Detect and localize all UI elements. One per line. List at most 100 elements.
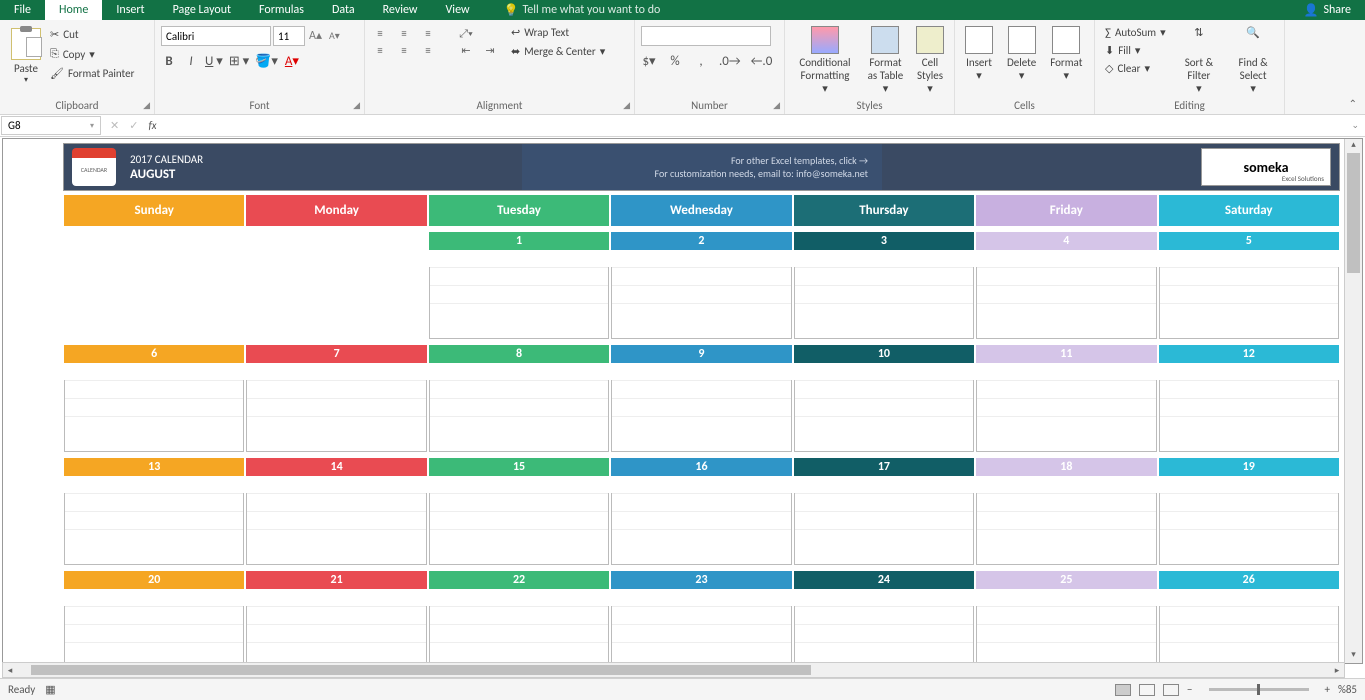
calendar-cell[interactable]: 11 xyxy=(976,345,1156,452)
day-body[interactable] xyxy=(976,267,1156,339)
macro-icon[interactable]: ▦ xyxy=(45,683,55,696)
share-button[interactable]: 👤Share xyxy=(1289,0,1365,20)
font-name-select[interactable] xyxy=(161,26,271,46)
calendar-cell[interactable]: 9 xyxy=(611,345,791,452)
align-middle-icon[interactable]: ≡ xyxy=(395,27,413,41)
calendar-cell[interactable]: 8 xyxy=(429,345,609,452)
zoom-in-icon[interactable]: + xyxy=(1325,683,1330,696)
tell-me[interactable]: 💡Tell me what you want to do xyxy=(494,0,671,20)
scroll-down-icon[interactable]: ▾ xyxy=(1345,649,1362,663)
tab-formulas[interactable]: Formulas xyxy=(245,0,318,20)
scroll-thumb-h[interactable] xyxy=(31,665,811,675)
expand-formula-bar-icon[interactable]: ⌄ xyxy=(1345,120,1365,131)
zoom-level[interactable]: %85 xyxy=(1338,683,1357,696)
day-body[interactable] xyxy=(794,493,974,565)
day-body[interactable] xyxy=(246,606,426,663)
day-body[interactable] xyxy=(246,236,426,308)
day-body[interactable] xyxy=(794,380,974,452)
enter-icon[interactable]: ✓ xyxy=(129,119,138,132)
day-body[interactable] xyxy=(976,606,1156,663)
day-body[interactable] xyxy=(1159,606,1339,663)
calendar-cell[interactable]: 5 xyxy=(1159,232,1339,339)
align-top-icon[interactable]: ≡ xyxy=(371,27,389,41)
calendar-cell[interactable] xyxy=(64,232,244,339)
day-body[interactable] xyxy=(611,606,791,663)
fx-icon[interactable]: fx xyxy=(148,119,156,132)
zoom-out-icon[interactable]: − xyxy=(1187,683,1192,696)
cut-button[interactable]: ✂Cut xyxy=(46,26,138,43)
calendar-cell[interactable]: 22 xyxy=(429,571,609,663)
increase-indent-icon[interactable]: ⇥ xyxy=(481,44,499,58)
italic-button[interactable]: I xyxy=(183,54,199,69)
day-body[interactable] xyxy=(64,606,244,663)
day-body[interactable] xyxy=(976,493,1156,565)
align-center-icon[interactable]: ≡ xyxy=(395,44,413,58)
decrease-indent-icon[interactable]: ⇤ xyxy=(457,44,475,58)
collapse-ribbon-icon[interactable]: ⌃ xyxy=(1341,93,1365,114)
calendar-cell[interactable]: 25 xyxy=(976,571,1156,663)
calendar-cell[interactable]: 17 xyxy=(794,458,974,565)
merge-center-button[interactable]: ⬌Merge & Center ▾ xyxy=(507,43,609,60)
day-body[interactable] xyxy=(429,380,609,452)
font-size-select[interactable] xyxy=(273,26,305,46)
autosum-button[interactable]: ∑AutoSum ▾ xyxy=(1101,24,1170,41)
insert-button[interactable]: Insert▾ xyxy=(961,24,997,84)
clear-button[interactable]: ◇Clear ▾ xyxy=(1101,60,1170,77)
tab-review[interactable]: Review xyxy=(369,0,432,20)
tab-insert[interactable]: Insert xyxy=(102,0,158,20)
border-button[interactable]: ⊞ ▾ xyxy=(229,54,249,69)
templates-link[interactable]: For other Excel templates, click → xyxy=(731,154,868,167)
calendar-cell[interactable]: 14 xyxy=(246,458,426,565)
underline-button[interactable]: U ▾ xyxy=(205,54,223,69)
zoom-slider[interactable] xyxy=(1209,688,1309,691)
fill-button[interactable]: ⬇Fill ▾ xyxy=(1101,42,1170,59)
calendar-cell[interactable]: 20 xyxy=(64,571,244,663)
format-as-table-button[interactable]: Format as Table▾ xyxy=(861,24,910,97)
dialog-launcher-icon[interactable]: ◢ xyxy=(773,100,780,111)
scroll-left-icon[interactable]: ◂ xyxy=(3,665,17,676)
font-color-button[interactable]: A▾ xyxy=(284,54,300,69)
dialog-launcher-icon[interactable]: ◢ xyxy=(353,100,360,111)
number-format-select[interactable] xyxy=(641,26,771,46)
calendar-cell[interactable]: 4 xyxy=(976,232,1156,339)
fill-color-button[interactable]: 🪣▾ xyxy=(255,54,278,69)
decrease-decimal-icon[interactable]: ←.0 xyxy=(751,54,773,69)
scroll-up-icon[interactable]: ▴ xyxy=(1345,139,1362,153)
tab-home[interactable]: Home xyxy=(45,0,102,20)
day-body[interactable] xyxy=(64,493,244,565)
page-break-view-icon[interactable] xyxy=(1163,684,1179,696)
wrap-text-button[interactable]: ↩Wrap Text xyxy=(507,24,609,41)
day-body[interactable] xyxy=(794,267,974,339)
day-body[interactable] xyxy=(611,267,791,339)
calendar-cell[interactable]: 15 xyxy=(429,458,609,565)
align-right-icon[interactable]: ≡ xyxy=(419,44,437,58)
calendar-cell[interactable]: 13 xyxy=(64,458,244,565)
scroll-thumb[interactable] xyxy=(1347,153,1360,273)
tab-page-layout[interactable]: Page Layout xyxy=(159,0,245,20)
calendar-cell[interactable]: 16 xyxy=(611,458,791,565)
calendar-cell[interactable]: 23 xyxy=(611,571,791,663)
calendar-cell[interactable]: 18 xyxy=(976,458,1156,565)
calendar-cell[interactable]: 7 xyxy=(246,345,426,452)
dialog-launcher-icon[interactable]: ◢ xyxy=(143,100,150,111)
increase-font-icon[interactable]: A▴ xyxy=(307,26,324,46)
calendar-cell[interactable]: 19 xyxy=(1159,458,1339,565)
day-body[interactable] xyxy=(246,380,426,452)
day-body[interactable] xyxy=(794,606,974,663)
horizontal-scrollbar[interactable]: ◂ ▸ xyxy=(2,662,1345,678)
align-bottom-icon[interactable]: ≡ xyxy=(419,27,437,41)
calendar-cell[interactable]: 2 xyxy=(611,232,791,339)
calendar-cell[interactable]: 1 xyxy=(429,232,609,339)
cell-styles-button[interactable]: Cell Styles▾ xyxy=(912,24,948,97)
copy-button[interactable]: ⎘Copy ▾ xyxy=(46,45,138,63)
increase-decimal-icon[interactable]: .0→ xyxy=(719,54,741,69)
formula-input[interactable] xyxy=(165,117,1346,134)
dialog-launcher-icon[interactable]: ◢ xyxy=(623,100,630,111)
tab-view[interactable]: View xyxy=(432,0,484,20)
day-body[interactable] xyxy=(64,236,244,308)
calendar-cell[interactable]: 12 xyxy=(1159,345,1339,452)
day-body[interactable] xyxy=(64,380,244,452)
currency-icon[interactable]: $▾ xyxy=(641,54,657,69)
scroll-right-icon[interactable]: ▸ xyxy=(1330,665,1344,676)
sort-filter-button[interactable]: ⇅Sort & Filter▾ xyxy=(1176,24,1223,97)
